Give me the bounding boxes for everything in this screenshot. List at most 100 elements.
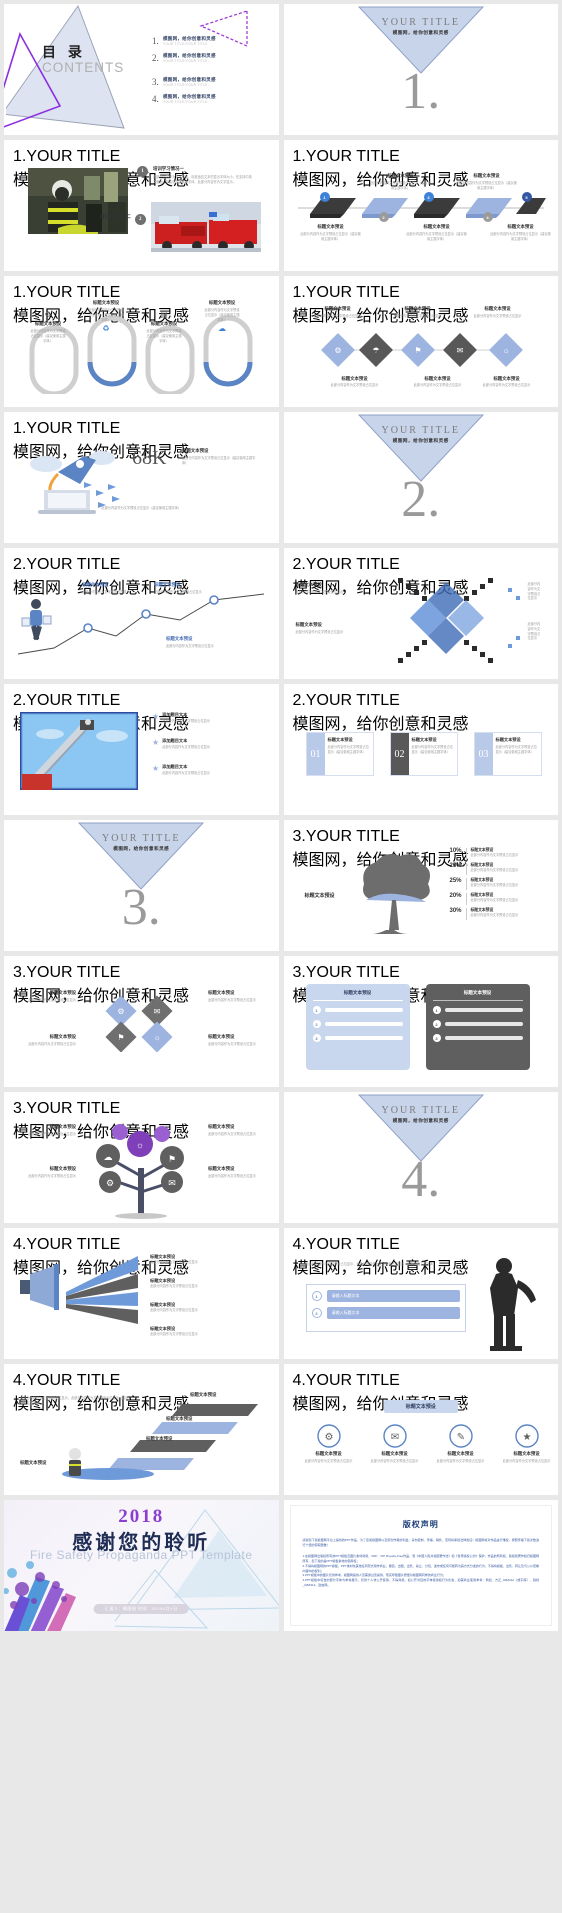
timeline-dot-5[interactable]: 5 <box>521 192 532 202</box>
header-number: 3. <box>13 1100 27 1117</box>
slide-line-chart[interactable]: 2. YOUR TITLE 模图网，给你创意和灵感 标题文本预设 此部分内容作为… <box>4 548 279 679</box>
star-icon: ★ <box>152 738 160 747</box>
rocket-laptop-illustration <box>30 451 120 514</box>
ladder-item-2[interactable]: ★ 添加题目文本 此部分内容作为文字预设占位显示 <box>152 738 252 750</box>
header-number: 4. <box>292 1372 306 1389</box>
toc-label-en: YOUR TITLE/YOUR TITLE <box>163 59 208 63</box>
percent-row[interactable]: 25% 标题文本预设 此部分内容作为文字预设占位显示 <box>440 863 546 875</box>
ladder-item-label: 添加题目文本 <box>162 764 188 769</box>
header-title: YOUR TITLE <box>26 556 121 573</box>
xcross-label-3: 此部分内容作为文字预设占位显示 <box>527 582 541 601</box>
section-subtitle: 模图网，给你创意和灵感 <box>392 1118 449 1123</box>
timeline-dot-4[interactable]: 4 <box>482 212 493 222</box>
slide-stairs[interactable]: 4. YOUR TITLE 模图网，给你创意和灵感 此部分内容作为文字预设占位显… <box>4 1364 279 1495</box>
left-panel[interactable]: 标题文本预设 1 2 3 <box>305 984 410 1070</box>
stairs-label-2: 标题文本预设 <box>166 1416 193 1421</box>
svg-text:☼: ☼ <box>502 346 509 355</box>
intro-item-body: 此部分内容作为文字预设，标准适应文本的显示字体大小，在支持中英文版面，并建议内容… <box>153 175 252 184</box>
slide-section-4[interactable]: YOUR TITLE 模图网，给你创意和灵感 4. <box>283 1092 558 1223</box>
timeline-bottom-label-1: 标题文本预设 此部分内容作为文字预设占位显示（建议使用主题字体） <box>300 224 361 241</box>
percent-value: 10% <box>449 848 462 854</box>
badge-item-1[interactable]: ⚙ 标题文本预设 此部分内容作为文字预设占位显示 <box>300 1424 358 1464</box>
row-bar <box>324 1036 403 1040</box>
slide-businessman[interactable]: 4. YOUR TITLE 模图网，给你创意和灵感 此部分内容作为文字预设占位显… <box>283 1228 558 1359</box>
header-title: YOUR TITLE <box>305 964 400 981</box>
star-icon: ★ <box>152 712 160 721</box>
business-row[interactable]: 2 请输入标题文本 <box>311 1307 460 1319</box>
row-number: 1 <box>432 1006 441 1014</box>
business-box[interactable]: 1 请输入标题文本 2 请输入标题文本 <box>305 1284 466 1332</box>
capsule-item-1[interactable]: ⚙ 标题文本预设 此部分内容作为文字预设占位显示（建议使用主题字体） <box>30 310 66 343</box>
list-item[interactable]: 3. 模图网，给你创意和灵感 YOUR TITLE/YOUR TITLE <box>152 77 262 87</box>
slide-section-3[interactable]: YOUR TITLE 模图网，给你创意和灵感 3. <box>4 820 279 951</box>
timeline-dot-3[interactable]: 3 <box>423 192 434 202</box>
card-number: 01 <box>306 733 325 775</box>
slide-header: 4. YOUR TITLE 模图网，给你创意和灵感 <box>293 1236 469 1278</box>
panel-row[interactable]: 3 <box>432 1034 523 1042</box>
list-item[interactable]: 4. 模图网，给你创意和灵感 YOUR TITLE/YOUR TITLE <box>152 94 262 104</box>
slide-megaphone[interactable]: 4. YOUR TITLE 模图网，给你创意和灵感 标题文本预设 此部分内容作为… <box>4 1228 279 1359</box>
slide-ladder-photo[interactable]: 2. YOUR TITLE 模图网，给你创意和灵感 ★ 添加题目文本 此部分内容… <box>4 684 279 815</box>
header-title: YOUR TITLE <box>26 1372 121 1389</box>
slide-section-1[interactable]: YOUR TITLE 模图网，给你创意和灵感 1. <box>283 4 558 135</box>
badge-item-3[interactable]: ✎ 标题文本预设 此部分内容作为文字预设占位显示 <box>432 1424 490 1464</box>
number-card-1[interactable]: 01 标题文本预设 此部分内容作为文字预设占位显示（建议使用主题字体） <box>305 732 374 776</box>
capsule-item-3[interactable]: ▤ 标题文本预设 此部分内容作为文字预设占位显示（建议使用主题字体） <box>146 310 182 343</box>
panel-row[interactable]: 3 <box>312 1034 403 1042</box>
slide-tree-percent[interactable]: 3. YOUR TITLE 模图网，给你创意和灵感 标题文本预设 10% 标题文… <box>283 820 558 951</box>
percent-row[interactable]: 10% 标题文本预设 此部分内容作为文字预设占位显示 <box>440 848 546 860</box>
timeline-dot-1[interactable]: 1 <box>319 192 330 202</box>
percent-row[interactable]: 30% 标题文本预设 此部分内容作为文字预设占位显示 <box>440 908 546 920</box>
percent-row[interactable]: 20% 标题文本预设 此部分内容作为文字预设占位显示 <box>440 893 546 905</box>
slide-tree-icons[interactable]: 3. YOUR TITLE 模图网，给你创意和灵感 ☁ ⚑ ⚙ ✉ ☼ 标题文本… <box>4 1092 279 1223</box>
slide-section-2[interactable]: YOUR TITLE 模图网，给你创意和灵感 2. <box>283 412 558 543</box>
list-item[interactable]: 1. 模图网，给你创意和灵感 YOUR TITLE/YOUR TITLE <box>152 36 262 46</box>
tree-with-icons: ☁ ⚑ ⚙ ✉ ☼ <box>96 1124 184 1219</box>
capsule-item-2[interactable]: 标题文本预设 此部分内容作为文字预设占位显示（建议使用主题字体） ♻ <box>88 300 124 333</box>
header-title: YOUR TITLE <box>26 148 121 165</box>
timeline-ribbon-5 <box>515 198 546 214</box>
slide-rocket-metric[interactable]: 1. YOUR TITLE 模图网，给你创意和灵感 68K <box>4 412 279 543</box>
metric-value: 68K <box>132 447 167 469</box>
slide-x-cross[interactable]: 2. YOUR TITLE 模图网，给你创意和灵感 标题文本预设 此部分内容作为… <box>283 548 558 679</box>
panel-row[interactable]: 2 <box>312 1020 403 1028</box>
capsule-item-4[interactable]: 标题文本预设 此部分内容作为文字预设占位显示（建议使用主题字体） ☁ <box>204 300 240 333</box>
copyright-card: 版权声明 感谢您下载模图网平台上提供的PPT作品，为了您和模图网以及原创作者的利… <box>289 1505 552 1626</box>
slide-photo-intro[interactable]: 1. YOUR TITLE 模图网，给你创意和灵感 1 培训学习情况一 此部分内… <box>4 140 279 271</box>
slide-number-cards[interactable]: 2. YOUR TITLE 模图网，给你创意和灵感 01 标题文本预设 此部分内… <box>283 684 558 815</box>
svg-text:⚙: ⚙ <box>106 1178 114 1188</box>
panel-row[interactable]: 1 <box>312 1006 403 1014</box>
card-number: 02 <box>390 733 409 775</box>
timeline-dot-2[interactable]: 2 <box>378 212 389 222</box>
ladder-item-3[interactable]: ★ 添加题目文本 此部分内容作为文字预设占位显示 <box>152 764 252 776</box>
list-item[interactable]: 2. 模图网，给你创意和灵感 YOUR TITLE/YOUR TITLE <box>152 53 262 63</box>
business-row[interactable]: 1 请输入标题文本 <box>311 1290 460 1302</box>
slide-badges-four[interactable]: 4. YOUR TITLE 模图网，给你创意和灵感 标题文本预设 ⚙ 标题文本预… <box>283 1364 558 1495</box>
svg-text:☼: ☼ <box>136 1140 144 1150</box>
slide-copyright[interactable]: 版权声明 感谢您下载模图网平台上提供的PPT作品，为了您和模图网以及原创作者的利… <box>283 1500 558 1631</box>
slide-contents[interactable]: 目 录 CONTENTS 1. 模图网，给你创意和灵感 YOUR TITLE/Y… <box>4 4 279 135</box>
diamond-bottom-2: 标题文本预设 此部分内容作为文字预设占位显示 <box>413 376 462 387</box>
card-body: 此部分内容作为文字预设占位显示（建议使用主题字体） <box>327 745 369 754</box>
slide-diamonds[interactable]: 1. YOUR TITLE 模图网，给你创意和灵感 标题文本预设 此部分内容作为… <box>283 276 558 407</box>
slide-diamond-four[interactable]: 3. YOUR TITLE 模图网，给你创意和灵感 ⚙ ✉ ⚑ ☼ 标题文本预设… <box>4 956 279 1087</box>
diamond-label-3: 标题文本预设 此部分内容作为文字预设占位显示 <box>473 306 522 318</box>
percent-value: 25% <box>449 878 462 884</box>
number-card-3[interactable]: 03 标题文本预设 此部分内容作为文字预设占位显示（建议使用主题字体） <box>473 732 542 776</box>
toc-label-en: YOUR TITLE/YOUR TITLE <box>163 42 208 46</box>
header-title: YOUR TITLE <box>26 964 121 981</box>
slide-timeline[interactable]: 1. YOUR TITLE 模图网，给你创意和灵感 标题文本预设 此部分内容作为… <box>283 140 558 271</box>
slide-thanks[interactable]: 2018 感谢您的聆听 Fire Safety Propaganda PPT T… <box>4 1500 279 1631</box>
right-panel[interactable]: 标题文本预设 1 2 3 <box>425 984 530 1070</box>
panel-row[interactable]: 2 <box>432 1020 523 1028</box>
ladder-item-1[interactable]: ★ 添加题目文本 此部分内容作为文字预设占位显示 <box>152 712 252 724</box>
number-card-2[interactable]: 02 标题文本预设 此部分内容作为文字预设占位显示（建议使用主题字体） <box>389 732 458 776</box>
section-title-block: YOUR TITLE 模图网，给你创意和灵感 <box>4 833 279 852</box>
slide-two-panel[interactable]: 3. YOUR TITLE 模图网，给你创意和灵感 标题文本预设 1 2 3 标… <box>283 956 558 1087</box>
percent-row[interactable]: 25% 标题文本预设 此部分内容作为文字预设占位显示 <box>440 878 546 890</box>
panel-row[interactable]: 1 <box>432 1006 523 1014</box>
slide-capsules[interactable]: 1. YOUR TITLE 模图网，给你创意和灵感 ⚙ 标题文本预设 此部分内容… <box>4 276 279 407</box>
divider <box>465 908 467 920</box>
badge-item-4[interactable]: ★ 标题文本预设 此部分内容作为文字预设占位显示 <box>498 1424 556 1464</box>
badge-item-2[interactable]: ✉ 标题文本预设 此部分内容作为文字预设占位显示 <box>366 1424 424 1464</box>
